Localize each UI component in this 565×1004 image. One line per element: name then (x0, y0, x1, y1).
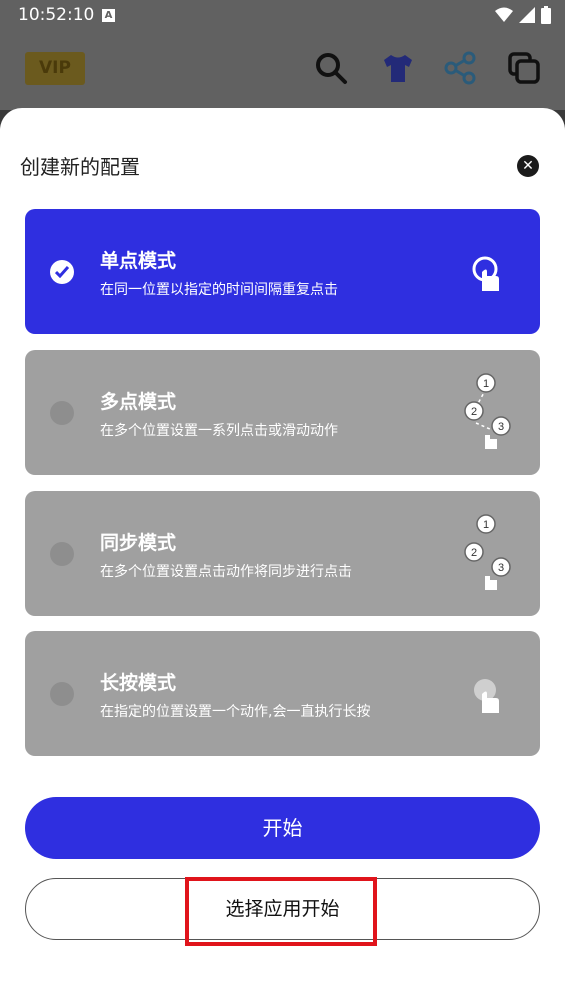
svg-text:1: 1 (483, 519, 489, 531)
sync-tap-icon: 1 2 3 (464, 514, 511, 590)
mode-desc: 在同一位置以指定的时间间隔重复点击 (100, 282, 338, 298)
search-icon[interactable] (313, 50, 349, 86)
svg-text:2: 2 (471, 406, 477, 418)
long-press-icon (474, 679, 499, 713)
mode-card-long-press[interactable]: 长按模式 在指定的位置设置一个动作,会一直执行长按 (25, 631, 540, 756)
mode-name: 长按模式 (100, 672, 177, 694)
mode-name: 单点模式 (100, 250, 177, 272)
radio-unchecked[interactable] (50, 542, 74, 566)
battery-icon (541, 6, 551, 24)
close-icon[interactable]: ✕ (517, 155, 539, 177)
radio-unchecked[interactable] (50, 401, 74, 425)
pick-app-start-button[interactable]: 选择应用开始 (25, 878, 540, 940)
system-icons (495, 6, 551, 24)
svg-text:3: 3 (498, 421, 504, 433)
create-config-sheet: 创建新的配置 ✕ 单点模式 在同一位置以指定的时间间隔重复点击 多点模式 在多个… (0, 108, 565, 1004)
mode-name: 同步模式 (100, 532, 177, 554)
multi-tap-icon: 1 2 3 (464, 373, 511, 449)
mode-desc: 在多个位置设置点击动作将同步进行点击 (100, 564, 352, 580)
mode-name: 多点模式 (100, 391, 177, 413)
status-time: 10:52:10 (18, 5, 95, 25)
signal-icon (519, 7, 535, 23)
mode-card-single-tap[interactable]: 单点模式 在同一位置以指定的时间间隔重复点击 (25, 209, 540, 334)
single-tap-icon (472, 256, 499, 291)
tshirt-icon[interactable] (380, 50, 416, 86)
svg-text:2: 2 (471, 547, 477, 559)
notification-a-icon: A (102, 9, 115, 22)
share-icon[interactable] (442, 50, 478, 86)
sheet-title: 创建新的配置 (20, 155, 140, 179)
copy-icon[interactable] (506, 50, 542, 86)
mode-desc: 在多个位置设置一系列点击或滑动动作 (100, 423, 338, 439)
radio-unchecked[interactable] (50, 682, 74, 706)
mode-card-sync-tap[interactable]: 同步模式 在多个位置设置点击动作将同步进行点击 1 2 3 (25, 491, 540, 616)
app-bar: VIP (0, 32, 565, 110)
vip-badge[interactable]: VIP (25, 52, 85, 85)
status-bar: 10:52:10 A (0, 0, 565, 32)
svg-text:1: 1 (483, 378, 489, 390)
mode-card-multi-tap[interactable]: 多点模式 在多个位置设置一系列点击或滑动动作 1 2 3 (25, 350, 540, 475)
svg-text:3: 3 (498, 562, 504, 574)
wifi-icon (495, 7, 513, 22)
start-button[interactable]: 开始 (25, 797, 540, 859)
radio-checked[interactable] (50, 260, 74, 284)
mode-desc: 在指定的位置设置一个动作,会一直执行长按 (100, 704, 371, 720)
